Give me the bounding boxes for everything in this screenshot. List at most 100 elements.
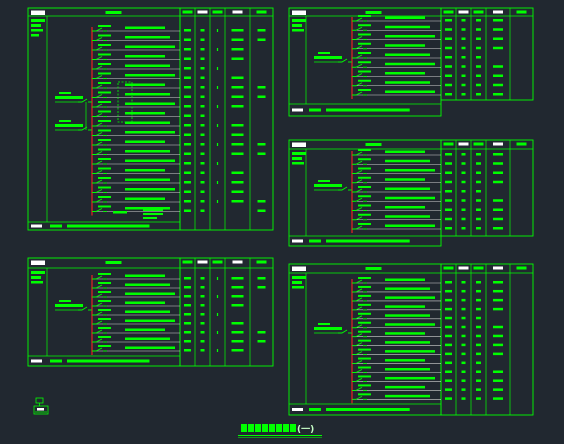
circuit-id-block <box>98 345 111 347</box>
circuit-column-mark <box>445 28 452 31</box>
circuit-column-mark <box>476 316 481 320</box>
circuit-description-block <box>125 292 175 295</box>
circuit-column-mark <box>200 181 205 184</box>
circuit-column-mark <box>257 331 266 334</box>
column-header-block <box>458 142 469 146</box>
circuit-column-mark <box>461 65 466 68</box>
left-label-block <box>31 19 45 22</box>
circuit-column-mark <box>200 152 205 155</box>
circuit-column-mark <box>461 289 466 293</box>
circuit-description-block <box>125 319 175 322</box>
circuit-column-mark <box>184 340 191 343</box>
circuit-description-block <box>125 301 165 304</box>
circuit-description-block <box>385 376 435 380</box>
circuit-description-block <box>385 206 425 209</box>
circuit-id-block <box>98 72 111 75</box>
circuit-column-mark <box>461 361 466 365</box>
circuit-column-mark <box>461 370 466 373</box>
circuit-description-block <box>385 25 430 29</box>
circuit-column-mark <box>461 352 466 356</box>
circuit-id-block <box>358 357 371 360</box>
circuit-id-block <box>358 312 371 315</box>
circuit-column-mark <box>493 379 503 382</box>
note-block <box>143 209 163 211</box>
circuit-id-block <box>358 158 371 161</box>
circuit-id-block <box>98 300 111 302</box>
circuit-column-mark <box>461 180 466 184</box>
title-glyph-block <box>248 424 254 432</box>
circuit-column-mark <box>445 379 452 382</box>
circuit-description-block <box>125 26 165 29</box>
circuit-column-mark <box>476 162 481 165</box>
circuit-id-block <box>358 348 371 351</box>
circuit-description-block <box>385 332 425 335</box>
circuit-id-block <box>98 25 111 27</box>
circuit-column-mark <box>476 281 481 284</box>
circuit-description-block <box>125 310 170 313</box>
circuit-column-mark <box>445 83 452 87</box>
circuit-column-mark <box>200 295 205 298</box>
circuit-column-mark <box>216 349 219 352</box>
circuit-column-mark <box>476 298 481 302</box>
circuit-column-mark <box>445 180 452 184</box>
title-glyph-block <box>241 424 247 432</box>
circuit-column-mark <box>200 124 205 127</box>
circuit-column-mark <box>476 37 481 40</box>
circuit-column-mark <box>461 46 466 50</box>
circuit-column-mark <box>493 93 503 96</box>
circuit-column-mark <box>493 343 503 347</box>
circuit-column-mark <box>184 277 191 280</box>
circuit-column-mark <box>231 124 244 127</box>
circuit-column-mark <box>445 281 452 284</box>
circuit-column-mark <box>493 180 503 184</box>
circuit-column-mark <box>445 153 452 156</box>
circuit-column-mark <box>445 65 452 68</box>
note-block <box>113 211 127 214</box>
circuit-id-block <box>358 149 371 151</box>
feeder-label-block <box>318 323 330 325</box>
circuit-column-mark <box>445 208 452 211</box>
title-glyph-block <box>283 424 289 432</box>
circuit-description-block <box>385 159 430 163</box>
circuit-column-mark <box>184 162 191 165</box>
circuit-column-mark <box>476 379 481 382</box>
circuit-column-mark <box>184 209 191 212</box>
circuit-description-block <box>385 224 435 227</box>
circuit-id-block <box>358 294 371 297</box>
circuit-column-mark <box>257 340 266 343</box>
circuit-column-mark <box>476 28 481 31</box>
circuit-column-mark <box>200 171 205 174</box>
circuit-column-mark <box>184 143 191 146</box>
column-header-block <box>516 266 527 270</box>
circuit-description-block <box>385 359 425 362</box>
circuit-column-mark <box>461 28 466 31</box>
circuit-description-block <box>125 346 175 349</box>
circuit-column-mark <box>231 152 244 155</box>
feeder-label-block <box>59 92 71 94</box>
circuit-column-mark <box>461 93 466 96</box>
circuit-id-block <box>98 327 111 329</box>
circuit-column-mark <box>445 343 452 347</box>
circuit-column-mark <box>184 331 191 334</box>
circuit-column-mark <box>200 190 205 193</box>
circuit-column-mark <box>200 86 205 89</box>
circuit-column-mark <box>461 83 466 87</box>
circuit-column-mark <box>493 74 503 77</box>
circuit-column-mark <box>200 143 205 146</box>
header-title-block <box>105 261 122 264</box>
circuit-id-block <box>98 44 111 46</box>
circuit-id-block <box>98 205 111 208</box>
circuit-column-mark <box>184 171 191 174</box>
circuit-column-mark <box>231 29 244 32</box>
circuit-column-mark <box>476 46 481 50</box>
circuit-column-mark <box>493 46 503 50</box>
circuit-description-block <box>385 196 435 200</box>
circuit-id-block <box>358 204 371 207</box>
circuit-description-block <box>385 350 435 353</box>
circuit-column-mark <box>184 133 191 136</box>
circuit-column-mark <box>231 340 244 343</box>
circuit-column-mark <box>493 171 503 174</box>
circuit-column-mark <box>476 171 481 174</box>
circuit-column-mark <box>231 304 244 307</box>
circuit-id-block <box>98 110 111 113</box>
